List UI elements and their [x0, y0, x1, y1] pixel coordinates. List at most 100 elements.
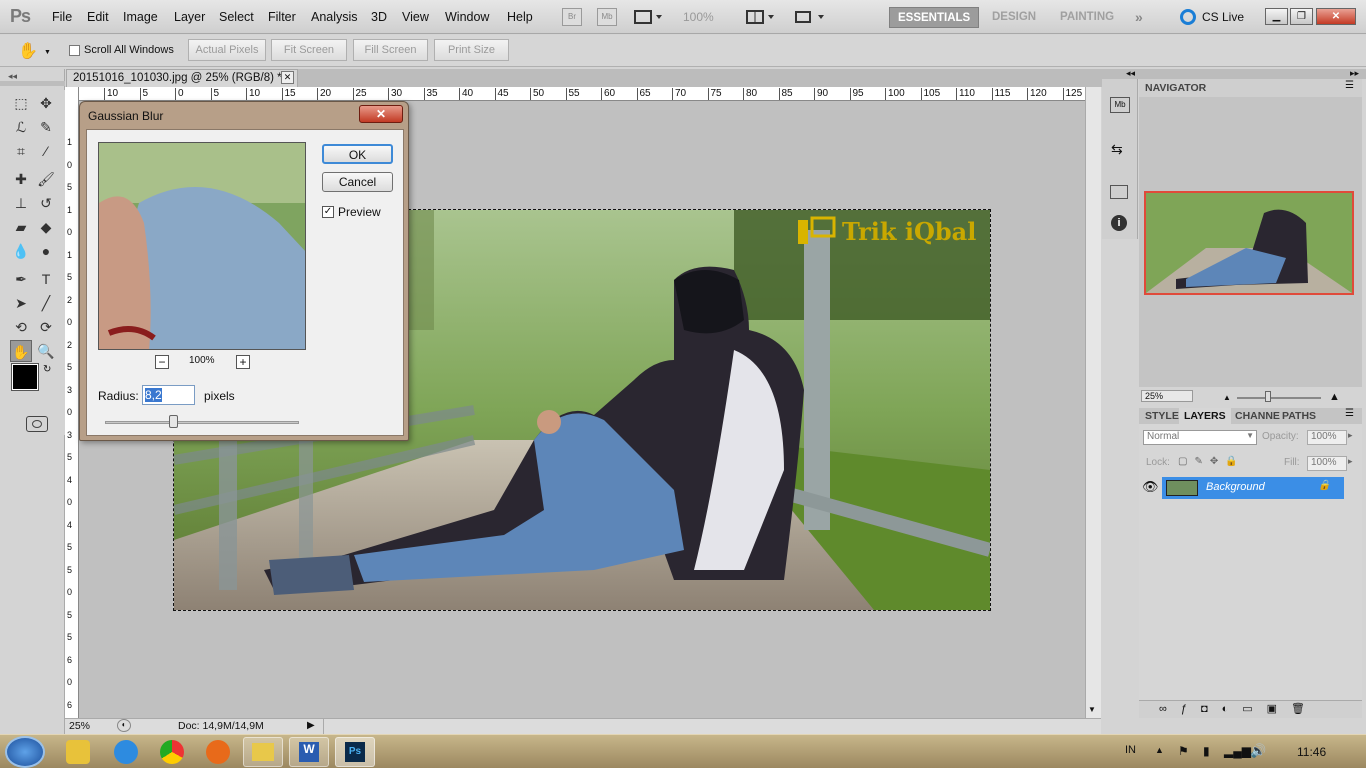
history-panel-icon[interactable]: ⇆: [1111, 141, 1123, 158]
close-tab-icon[interactable]: ✕: [281, 71, 294, 84]
mini-bridge-panel-icon[interactable]: Mb: [1110, 97, 1130, 113]
opacity-field[interactable]: 100%: [1307, 430, 1347, 445]
navigator-zoom-field[interactable]: 25%: [1141, 390, 1193, 402]
radius-slider-thumb[interactable]: [169, 415, 178, 428]
navigator-thumbnail[interactable]: [1144, 191, 1354, 295]
print-size-button[interactable]: Print Size: [434, 39, 509, 61]
quick-mask-icon[interactable]: [26, 416, 48, 432]
fit-screen-button[interactable]: Fit Screen: [271, 39, 347, 61]
marquee-tool-icon[interactable]: ⬚: [10, 92, 32, 114]
zoom-out-button[interactable]: −: [155, 355, 169, 369]
internet-explorer-icon[interactable]: [114, 740, 138, 764]
quick-selection-tool-icon[interactable]: ✎: [35, 116, 57, 138]
view-extras-icon[interactable]: [634, 10, 664, 24]
menu-select[interactable]: Select: [219, 10, 254, 24]
firefox-icon[interactable]: [206, 740, 230, 764]
lock-icons[interactable]: ▢✎✥🔒: [1178, 456, 1245, 467]
fill-field[interactable]: 100%: [1307, 456, 1347, 471]
blur-preview[interactable]: [98, 142, 306, 350]
preview-checkbox[interactable]: ✓: [322, 206, 334, 218]
menu-help[interactable]: Help: [507, 10, 533, 24]
type-tool-icon[interactable]: T: [35, 268, 57, 290]
workspace-essentials[interactable]: ESSENTIALS: [889, 7, 980, 28]
zoom-in-button[interactable]: +: [236, 355, 250, 369]
blur-tool-icon[interactable]: 💧: [10, 240, 32, 262]
battery-icon[interactable]: ▮: [1203, 744, 1210, 758]
zoom-tool-icon[interactable]: 🔍: [35, 340, 57, 362]
paint-bucket-tool-icon[interactable]: ◆: [35, 216, 57, 238]
taskbar-word[interactable]: W: [289, 737, 329, 767]
collapse-dock-icon[interactable]: ◂◂: [1126, 68, 1135, 79]
vertical-scrollbar[interactable]: ▼: [1085, 87, 1101, 719]
eraser-tool-icon[interactable]: ▰: [10, 216, 32, 238]
close-button[interactable]: ✕: [1316, 8, 1356, 25]
fill-screen-button[interactable]: Fill Screen: [353, 39, 428, 61]
dodge-tool-icon[interactable]: ●: [35, 240, 57, 262]
navigator-slider-thumb[interactable]: [1265, 391, 1271, 402]
layer-row-background[interactable]: Background 🔒: [1162, 477, 1344, 499]
clone-stamp-tool-icon[interactable]: ⊥: [10, 192, 32, 214]
start-button[interactable]: [5, 736, 45, 768]
crop-tool-icon[interactable]: ⌗: [10, 140, 32, 162]
bridge-icon[interactable]: Br: [562, 8, 582, 26]
status-arrow-icon[interactable]: ▶: [307, 720, 315, 731]
status-menu-icon[interactable]: ◐: [117, 719, 131, 732]
menu-window[interactable]: Window: [445, 10, 489, 24]
move-tool-icon[interactable]: ✥: [35, 92, 57, 114]
expand-dock-icon[interactable]: ▸▸: [1350, 68, 1359, 79]
clock[interactable]: 11:46: [1297, 745, 1326, 759]
pen-tool-icon[interactable]: ✒: [10, 268, 32, 290]
restore-button[interactable]: ❐: [1290, 8, 1313, 25]
layer-name[interactable]: Background: [1206, 481, 1265, 493]
action-center-flag-icon[interactable]: ⚑: [1178, 744, 1189, 758]
menu-analysis[interactable]: Analysis: [311, 10, 358, 24]
path-selection-tool-icon[interactable]: ➤: [10, 292, 32, 314]
document-tab[interactable]: 20151016_101030.jpg @ 25% (RGB/8) * ✕: [66, 69, 298, 87]
radius-slider-track[interactable]: [105, 421, 299, 424]
dialog-close-button[interactable]: ✕: [359, 105, 403, 123]
workspace-painting[interactable]: PAINTING: [1052, 7, 1122, 28]
history-brush-tool-icon[interactable]: ↺: [35, 192, 57, 214]
menu-3d[interactable]: 3D: [371, 10, 387, 24]
brush-tool-icon[interactable]: 🖌: [35, 168, 57, 190]
tab-channels[interactable]: CHANNE: [1235, 410, 1280, 422]
panel-grip[interactable]: [0, 81, 65, 86]
zoom-level-select[interactable]: 100%: [683, 10, 714, 24]
arrange-documents-icon[interactable]: [746, 10, 776, 24]
menu-filter[interactable]: Filter: [268, 10, 296, 24]
hand-tool-icon[interactable]: ✋: [10, 340, 32, 362]
show-hidden-icons[interactable]: ▲: [1155, 745, 1164, 755]
scroll-all-windows-checkbox[interactable]: [69, 45, 80, 56]
3d-orbit-tool-icon[interactable]: ⟳: [35, 316, 57, 338]
workspace-design[interactable]: DESIGN: [984, 7, 1044, 28]
foreground-color-swatch[interactable]: [11, 363, 39, 391]
chevron-down-icon[interactable]: ▼: [44, 49, 51, 56]
radius-input[interactable]: 8,2: [142, 385, 195, 405]
tab-layers[interactable]: LAYERS: [1179, 408, 1231, 424]
horizontal-scrollbar[interactable]: [323, 719, 1083, 734]
zoom-out-mountain-icon[interactable]: ▲: [1223, 393, 1231, 402]
more-workspaces-icon[interactable]: »: [1135, 9, 1143, 25]
actual-pixels-button[interactable]: Actual Pixels: [188, 39, 266, 61]
menu-edit[interactable]: Edit: [87, 10, 109, 24]
opacity-arrow-icon[interactable]: ▸: [1348, 430, 1353, 441]
hand-tool-preset-icon[interactable]: ✋: [18, 41, 38, 61]
language-indicator[interactable]: IN: [1125, 744, 1136, 756]
panel-menu-icon[interactable]: ☰: [1345, 80, 1354, 91]
screen-mode-icon[interactable]: [794, 10, 826, 24]
menu-view[interactable]: View: [402, 10, 429, 24]
menu-file[interactable]: File: [52, 10, 72, 24]
volume-icon[interactable]: 🔊: [1250, 743, 1266, 759]
menu-layer[interactable]: Layer: [174, 10, 205, 24]
chrome-icon[interactable]: [160, 740, 184, 764]
zoom-in-mountain-icon[interactable]: ▲: [1329, 391, 1340, 403]
ok-button[interactable]: OK: [322, 144, 393, 164]
lasso-tool-icon[interactable]: ℒ: [10, 116, 32, 138]
taskbar-photoshop[interactable]: Ps: [335, 737, 375, 767]
explorer-quicklaunch-icon[interactable]: [66, 740, 90, 764]
fill-arrow-icon[interactable]: ▸: [1348, 456, 1353, 467]
navigator-tab[interactable]: NAVIGATOR: [1145, 82, 1206, 94]
layer-action-icons[interactable]: ∞ƒ◘◐▭▣🗑: [1159, 702, 1319, 715]
blend-mode-select[interactable]: Normal ▼: [1143, 430, 1257, 445]
tab-paths[interactable]: PATHS: [1282, 410, 1316, 422]
